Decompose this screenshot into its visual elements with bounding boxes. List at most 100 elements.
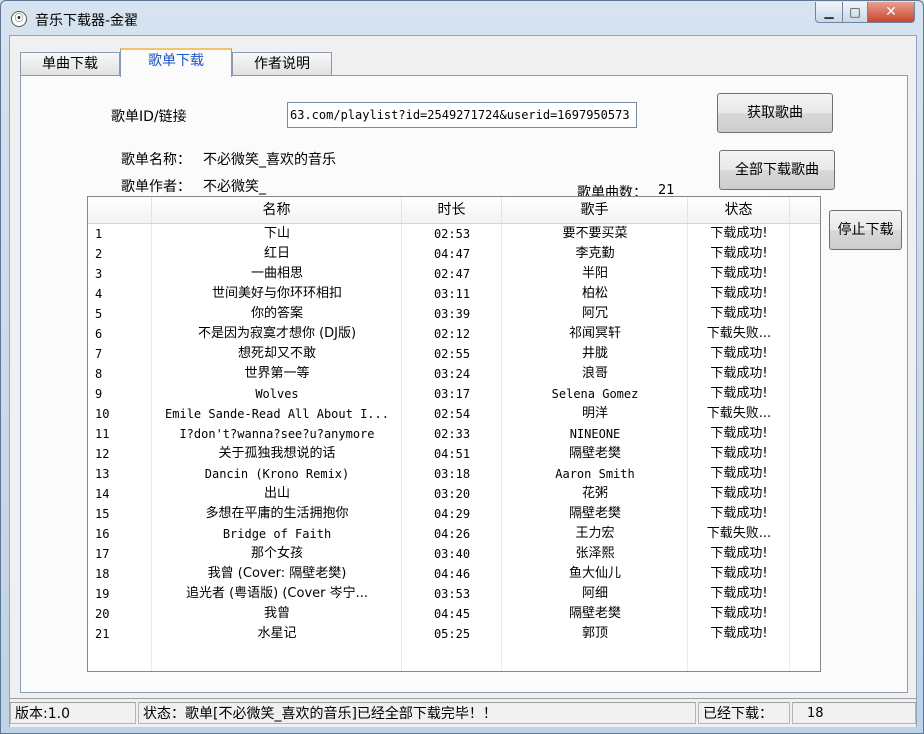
cell-status: 下载成功! (710, 626, 768, 641)
fetch-songs-button[interactable]: 获取歌曲 (717, 93, 833, 133)
cell-duration: 02:54 (433, 407, 471, 421)
table-row[interactable]: 6 不是因为寂寞才想你 (DJ版) 02:12 祁闻冥轩 下载失败... (88, 324, 820, 344)
maximize-button[interactable]: □ (843, 2, 868, 23)
app-window: ⦿ 音乐下载器-金翟 ▁ □ ✕ 单曲下载 歌单下载 作者说明 歌单ID/链接 … (0, 0, 924, 734)
cell-artist: 张泽熙 (575, 546, 615, 561)
title-bar[interactable]: ⦿ 音乐下载器-金翟 ▁ □ ✕ (1, 1, 923, 35)
cell-song-name: 一曲相思 (250, 266, 303, 281)
cell-status: 下载成功! (710, 286, 768, 301)
cell-index: 11 (95, 427, 110, 441)
cell-artist: 隔壁老樊 (568, 446, 621, 461)
cell-index: 16 (95, 527, 110, 541)
status-bar: 版本:1.0 状态：歌单[不必微笑_喜欢的音乐]已经全部下载完毕！！ 已经下载：… (10, 698, 916, 727)
tab-single-download[interactable]: 单曲下载 (20, 52, 120, 75)
playlist-id-input[interactable]: 63.com/playlist?id=2549271724&userid=169… (287, 102, 637, 128)
cell-duration: 03:24 (433, 367, 471, 381)
col-index-header[interactable] (88, 197, 152, 223)
cell-index: 9 (95, 387, 103, 401)
col-duration-header[interactable]: 时长 (402, 197, 502, 223)
table-row[interactable]: 12 关于孤独我想说的话 04:51 隔壁老樊 下载成功! (88, 444, 820, 464)
cell-song-name: 不是因为寂寞才想你 (DJ版) (197, 326, 357, 341)
table-row[interactable]: 5 你的答案 03:39 阿冗 下载成功! (88, 304, 820, 324)
table-row[interactable]: 16 Bridge of Faith 04:26 王力宏 下载失败... (88, 524, 820, 544)
cell-index: 1 (95, 227, 103, 241)
table-row[interactable]: 10 Emile Sande-Read All About I... 02:54 明洋… (88, 404, 820, 424)
table-row[interactable]: 11 I?don't?wanna?see?u?anymore 02:33 NINEON… (88, 424, 820, 444)
cell-status: 下载成功! (710, 606, 768, 621)
close-icon: ✕ (885, 4, 897, 20)
song-list[interactable]: 名称 时长 歌手 状态 1 下山 02:53 要不要买菜 下载成功! 2 红日 04:47 李克… (87, 196, 821, 672)
cell-status: 下载失败... (706, 406, 772, 421)
cell-index: 8 (95, 367, 103, 381)
cell-index: 2 (95, 247, 103, 261)
cell-index: 7 (95, 347, 103, 361)
stop-download-button[interactable]: 停止下载 (829, 210, 902, 250)
col-status-header[interactable]: 状态 (688, 197, 790, 223)
cell-artist: 隔壁老樊 (568, 506, 621, 521)
cell-song-name: 出山 (263, 486, 290, 501)
table-row[interactable]: 18 我曾 (Cover: 隔壁老樊) 04:46 鱼大仙儿 下载成功! (88, 564, 820, 584)
playlist-id-label: 歌单ID/链接 (111, 109, 187, 125)
minimize-button[interactable]: ▁ (815, 2, 843, 23)
tab-author-notes[interactable]: 作者说明 (232, 52, 332, 75)
col-artist-header[interactable]: 歌手 (502, 197, 688, 223)
cell-song-name: I?don't?wanna?see?u?anymore (179, 427, 375, 441)
cell-artist: NINEONE (569, 427, 621, 441)
cell-status: 下载成功! (710, 566, 768, 581)
cell-duration: 03:39 (433, 307, 471, 321)
cell-status: 下载成功! (710, 506, 768, 521)
tab-playlist-download[interactable]: 歌单下载 (120, 48, 232, 77)
maximize-icon: □ (849, 5, 861, 19)
downloaded-count: 18 (792, 702, 916, 724)
table-row[interactable]: 7 想死却又不敢 02:55 井胧 下载成功! (88, 344, 820, 364)
cell-duration: 02:12 (433, 327, 471, 341)
cell-status: 下载成功! (710, 386, 768, 401)
cell-artist: Selena Gomez (551, 387, 639, 401)
cell-artist: 浪哥 (581, 366, 608, 381)
cell-status: 下载成功! (710, 306, 768, 321)
cell-status: 下载成功! (710, 366, 768, 381)
table-row[interactable]: 17 那个女孩 03:40 张泽熙 下载成功! (88, 544, 820, 564)
cell-duration: 03:20 (433, 487, 471, 501)
cell-status: 下载成功! (710, 266, 768, 281)
cell-artist: 郭顶 (581, 626, 608, 641)
downloaded-label: 已经下载： (698, 702, 790, 724)
cell-artist: 明洋 (581, 406, 608, 421)
cell-index: 4 (95, 287, 103, 301)
cell-index: 21 (95, 627, 110, 641)
table-row[interactable]: 20 我曾 04:45 隔壁老樊 下载成功! (88, 604, 820, 624)
cell-song-name: 我曾 (Cover: 隔壁老樊) (207, 566, 347, 581)
cell-index: 17 (95, 547, 110, 561)
cell-song-name: 那个女孩 (250, 546, 303, 561)
app-icon[interactable]: ⦿ (11, 11, 27, 27)
cell-index: 19 (95, 587, 110, 601)
cell-song-name: 红日 (263, 246, 290, 261)
cell-artist: 阿细 (581, 586, 608, 601)
cell-artist: 半阳 (581, 266, 608, 281)
table-row[interactable]: 4 世间美好与你环环相扣 03:11 柏松 下载成功! (88, 284, 820, 304)
download-all-button[interactable]: 全部下载歌曲 (719, 150, 835, 190)
col-name-header[interactable]: 名称 (152, 197, 402, 223)
table-row[interactable]: 19 追光者 (粤语版) (Cover 岑宁... 03:53 阿细 下载成功! (88, 584, 820, 604)
table-row[interactable]: 9 Wolves 03:17 Selena Gomez 下载成功! (88, 384, 820, 404)
cell-status: 下载成功! (710, 446, 768, 461)
client-area: 单曲下载 歌单下载 作者说明 歌单ID/链接 63.com/playlist?i… (9, 35, 917, 727)
table-row[interactable]: 8 世界第一等 03:24 浪哥 下载成功! (88, 364, 820, 384)
table-row[interactable]: 14 出山 03:20 花粥 下载成功! (88, 484, 820, 504)
cell-duration: 03:17 (433, 387, 471, 401)
cell-duration: 02:33 (433, 427, 471, 441)
minimize-icon: ▁ (824, 5, 834, 19)
cell-status: 下载成功! (710, 226, 768, 241)
table-row[interactable]: 1 下山 02:53 要不要买菜 下载成功! (88, 224, 820, 244)
cell-index: 14 (95, 487, 110, 501)
cell-artist: 祁闻冥轩 (568, 326, 621, 341)
cell-index: 18 (95, 567, 110, 581)
cell-index: 3 (95, 267, 103, 281)
status-text: 状态：歌单[不必微笑_喜欢的音乐]已经全部下载完毕！！ (138, 702, 696, 724)
table-row[interactable]: 3 一曲相思 02:47 半阳 下载成功! (88, 264, 820, 284)
close-button[interactable]: ✕ (868, 2, 915, 23)
table-row[interactable]: 15 多想在平庸的生活拥抱你 04:29 隔壁老樊 下载成功! (88, 504, 820, 524)
table-row[interactable]: 21 水星记 05:25 郭顶 下载成功! (88, 624, 820, 644)
table-row[interactable]: 13 Dancin (Krono Remix) 03:18 Aaron Smith 下载… (88, 464, 820, 484)
table-row[interactable]: 2 红日 04:47 李克勤 下载成功! (88, 244, 820, 264)
